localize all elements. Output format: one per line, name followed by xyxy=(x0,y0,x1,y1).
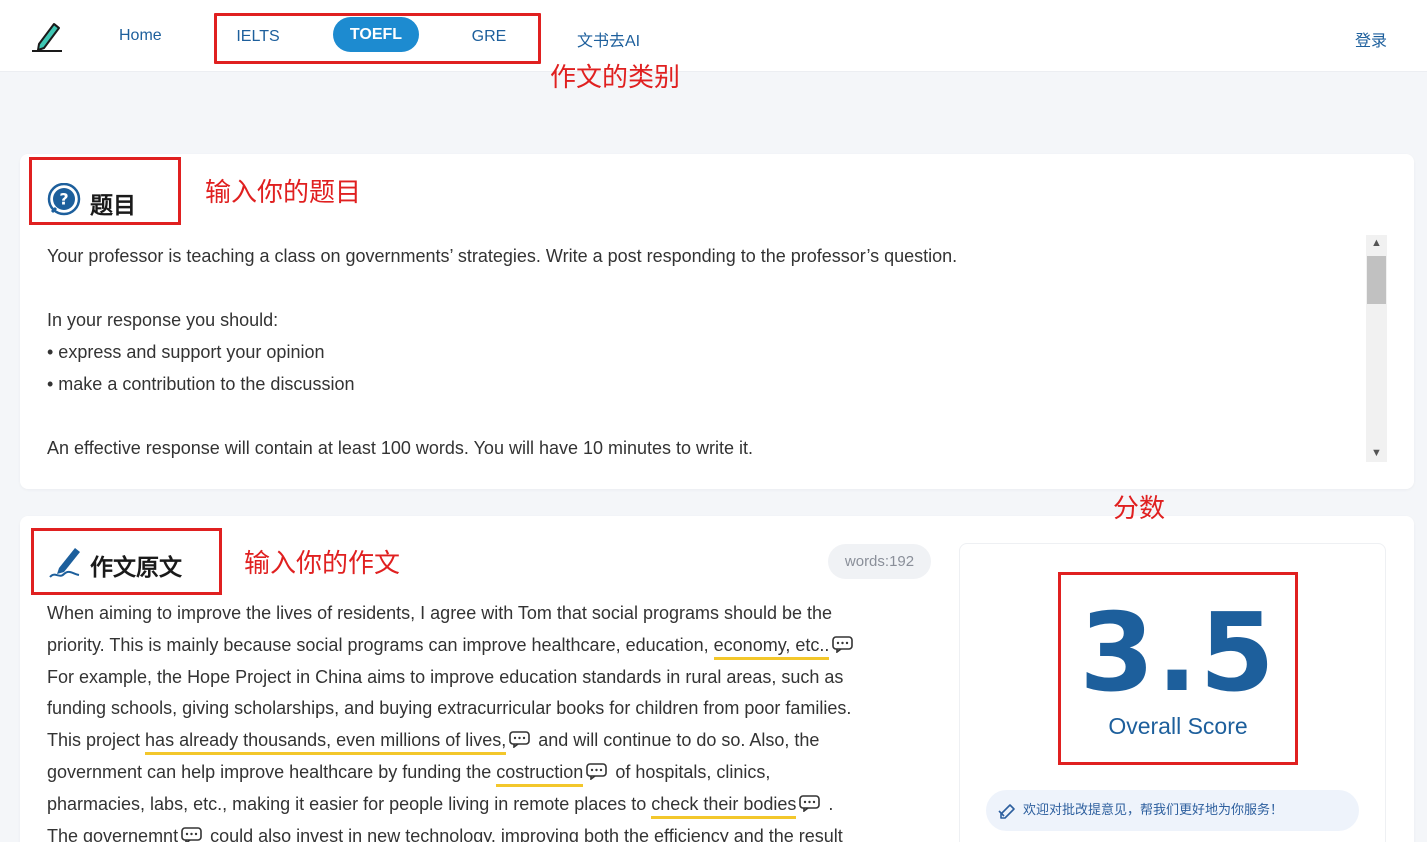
scroll-thumb[interactable] xyxy=(1367,256,1386,304)
comment-icon[interactable] xyxy=(799,794,821,812)
essay-text-segment: . xyxy=(823,793,834,814)
essay-text-segment: When aiming to improve the lives of resi… xyxy=(47,603,833,623)
essay-text-segment: priority. This is mainly because social … xyxy=(47,634,714,655)
essay-line: When aiming to improve the lives of resi… xyxy=(47,598,927,630)
nav-wenshu-link[interactable]: 文书去AI xyxy=(577,27,640,51)
overall-score-value: 3.5 xyxy=(1079,591,1277,716)
feedback-button[interactable]: 欢迎对批改提意见，帮我们更好地为你服务！ xyxy=(986,790,1359,831)
topic-line xyxy=(47,272,1347,304)
topic-line: In your response you should: xyxy=(47,310,279,330)
comment-icon[interactable] xyxy=(832,635,854,653)
essay-text-segment: For example, the Hope Project in China a… xyxy=(47,666,844,687)
essay-textarea[interactable]: When aiming to improve the lives of resi… xyxy=(47,598,927,842)
essay-text-segment: pharmacies, labs, etc., making it easier… xyxy=(47,793,652,814)
overall-score-label: Overall Score xyxy=(1108,713,1248,739)
essay-line: government can help improve healthcare b… xyxy=(47,757,927,789)
essay-line: pharmacies, labs, etc., making it easier… xyxy=(47,789,927,821)
annotation-score: 分数 xyxy=(1113,494,1166,524)
tab-toefl[interactable]: TOEFL xyxy=(333,17,419,52)
nav-home-link[interactable]: Home xyxy=(119,27,162,45)
essay-line: priority. This is mainly because social … xyxy=(47,630,927,662)
edit-feedback-icon xyxy=(998,804,1015,819)
error-highlight[interactable]: has already thousands, even millions of … xyxy=(145,730,507,756)
essay-text-segment: The governemnt xyxy=(47,825,179,842)
scroll-up-arrow-icon[interactable]: ▲ xyxy=(1366,235,1387,252)
error-highlight[interactable]: check their bodies xyxy=(651,793,797,819)
comment-icon[interactable] xyxy=(586,763,608,780)
topic-line: Your professor is teaching a class on go… xyxy=(47,246,958,266)
comment-icon[interactable] xyxy=(181,826,202,842)
topic-line: • express and support your opinion xyxy=(47,342,325,362)
topic-line: An effective response will contain at le… xyxy=(47,438,754,458)
annotation-topic: 输入你的题目 xyxy=(205,178,362,208)
tab-ielts[interactable]: IELTS xyxy=(232,19,284,54)
login-link[interactable]: 登录 xyxy=(1355,27,1387,51)
topic-scrollbar[interactable]: ▲ ▼ xyxy=(1366,235,1387,462)
essay-line: The governemnt could also invest in new … xyxy=(47,821,927,842)
annotation-category: 作文的类别 xyxy=(550,63,681,93)
pen-icon xyxy=(49,548,80,578)
essay-text-segment: could also invest in new technology, imp… xyxy=(205,825,843,842)
feedback-text: 欢迎对批改提意见，帮我们更好地为你服务！ xyxy=(1023,803,1284,818)
svg-text:?: ? xyxy=(59,190,68,209)
topic-textarea[interactable]: Your professor is teaching a class on go… xyxy=(47,240,1347,464)
comment-icon[interactable] xyxy=(509,731,531,749)
error-highlight[interactable]: economy, etc.. xyxy=(713,634,830,660)
word-count-badge: words:192 xyxy=(828,544,931,579)
topic-line xyxy=(47,400,1347,432)
essay-line: For example, the Hope Project in China a… xyxy=(47,662,927,694)
scroll-down-arrow-icon[interactable]: ▼ xyxy=(1366,445,1387,462)
question-icon: ? xyxy=(47,183,81,216)
topic-line: • make a contribution to the discussion xyxy=(47,374,355,394)
essay-text-segment: funding schools, giving scholarships, an… xyxy=(47,698,852,719)
essay-text-segment: of hospitals, clinics, xyxy=(610,761,771,782)
tab-gre[interactable]: GRE xyxy=(466,19,512,54)
essay-title: 作文原文 xyxy=(90,555,182,581)
topic-title: 题目 xyxy=(90,193,136,219)
essay-text-segment: government can help improve healthcare b… xyxy=(47,761,497,782)
essay-line: funding schools, giving scholarships, an… xyxy=(47,693,927,725)
essay-line: This project has already thousands, even… xyxy=(47,725,927,757)
error-highlight[interactable]: costruction xyxy=(496,761,584,787)
pencil-logo-icon[interactable] xyxy=(30,18,64,54)
annotation-essay: 输入你的作文 xyxy=(244,549,401,579)
essay-text-segment: and will continue to do so. Also, the xyxy=(533,730,820,751)
essay-text-segment: This project xyxy=(47,730,146,751)
